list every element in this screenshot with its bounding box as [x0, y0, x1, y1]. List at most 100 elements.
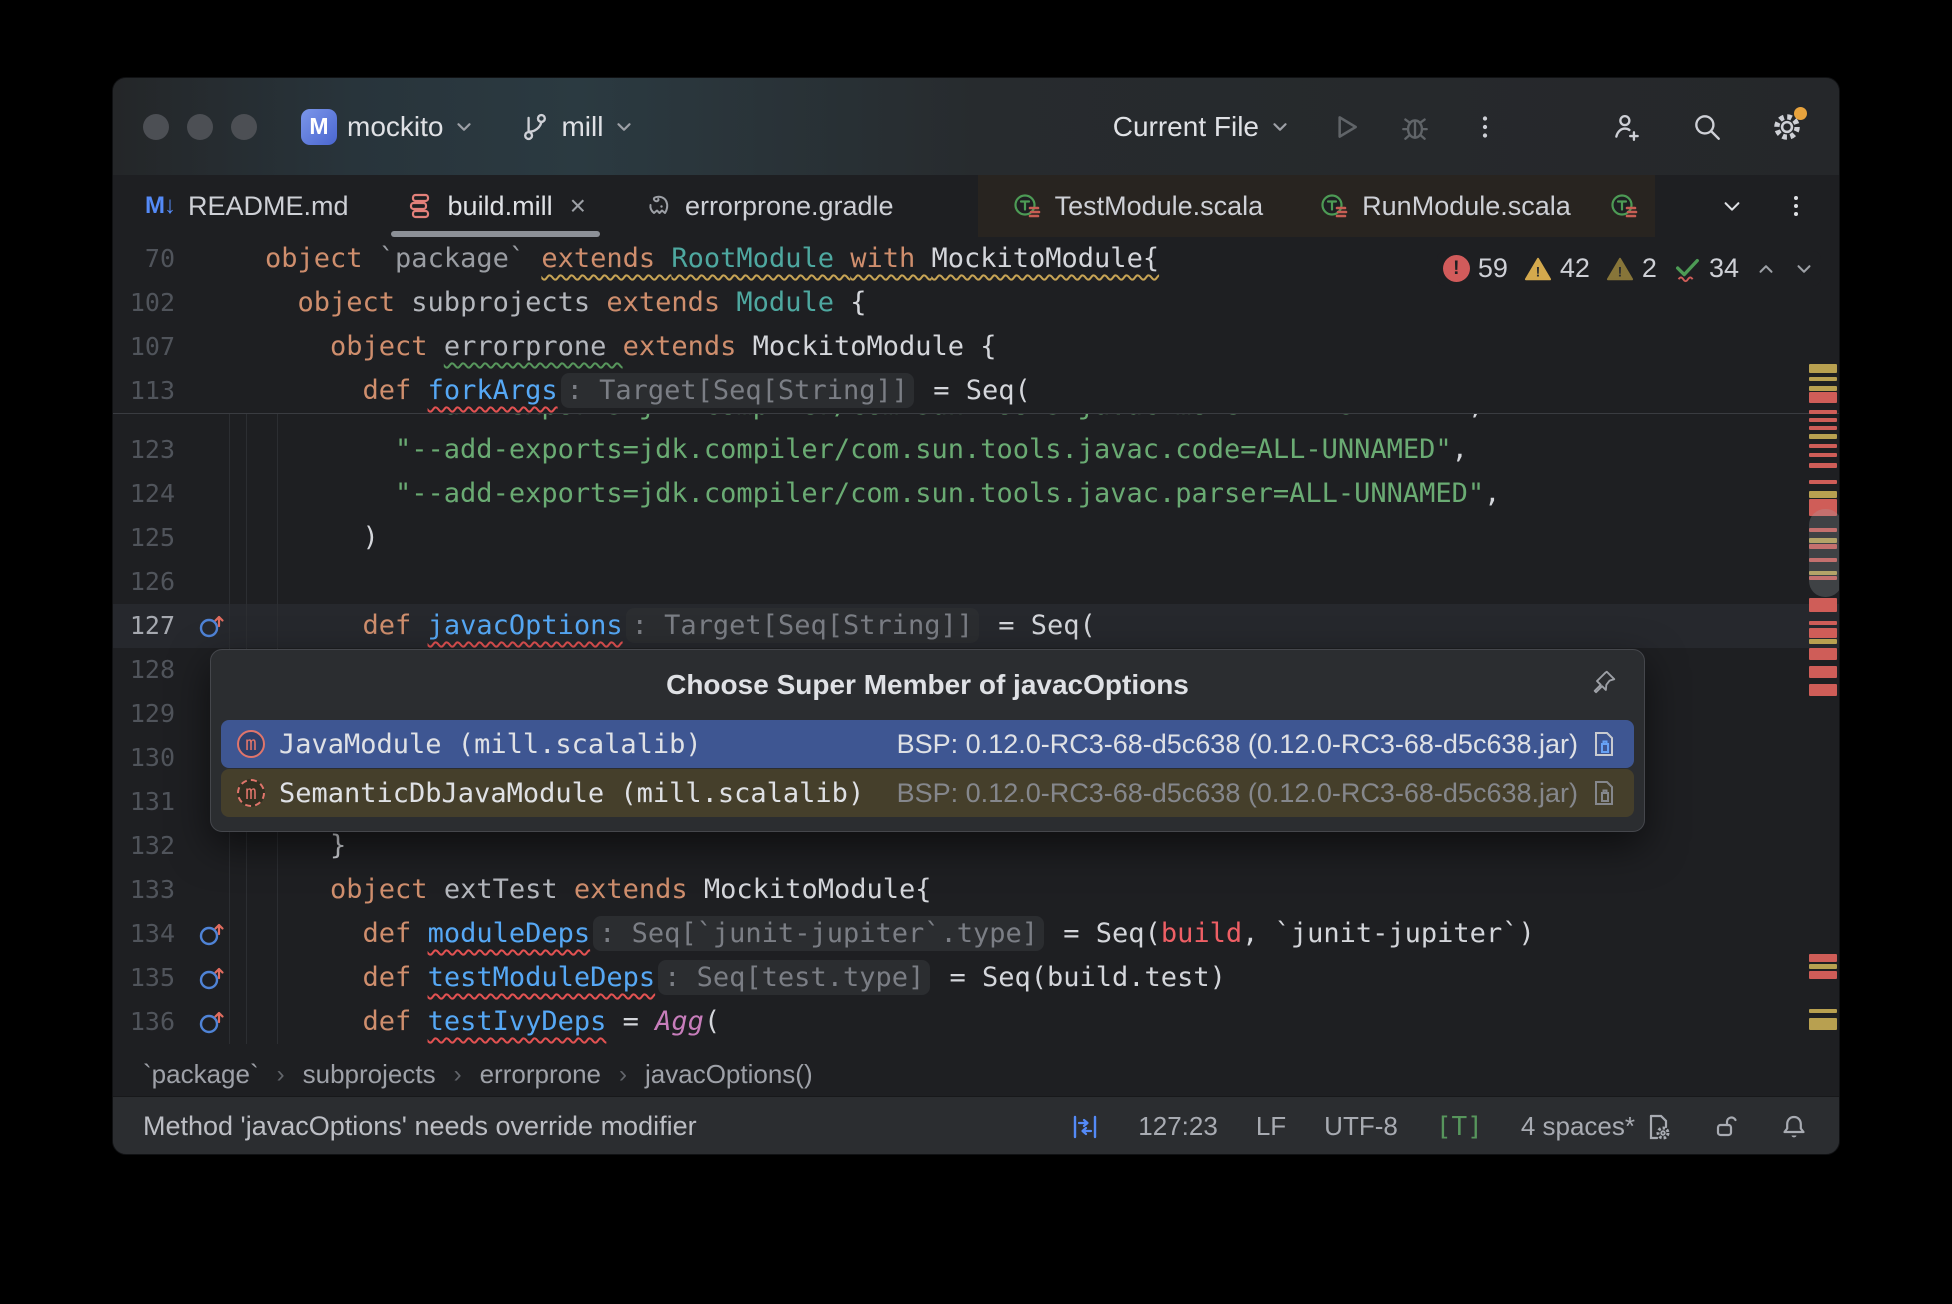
stripe-mark	[1809, 628, 1837, 638]
indent-guides-icon[interactable]	[1070, 1112, 1100, 1142]
code-editor[interactable]: 70object `package` extends RootModule wi…	[113, 237, 1839, 1053]
code-text: "--add-exports=jdk.compiler/com.sun.tool…	[265, 434, 1468, 465]
stripe-mark	[1809, 964, 1837, 969]
breadcrumb-subprojects[interactable]: subprojects	[303, 1059, 436, 1090]
editor-tab-bar: M↓ README.md build.mill × err	[113, 175, 1839, 237]
code-line[interactable]: 133object extTest extends MockitoModule{	[113, 868, 1839, 912]
settings-button[interactable]	[1771, 111, 1803, 143]
ide-window: M mockito mill Current File	[112, 77, 1840, 1155]
tab-testmodule-scala[interactable]: TestModule.scala	[984, 175, 1292, 237]
code-text: "--add-exports=jdk.compiler/com.sun.tool…	[265, 478, 1500, 509]
weak-warnings-count[interactable]: ! 2	[1606, 253, 1657, 284]
file-encoding[interactable]: UTF-8	[1324, 1111, 1398, 1142]
passed-checks-count[interactable]: 34	[1673, 253, 1739, 284]
super-member-option-javamodule[interactable]: m JavaModule (mill.scalalib) BSP: 0.12.0…	[221, 720, 1634, 768]
override-gutter-icon[interactable]	[197, 1007, 227, 1037]
override-gutter-icon[interactable]	[197, 611, 227, 641]
errors-count[interactable]: ! 59	[1443, 253, 1508, 284]
tab-clipped[interactable]	[1599, 175, 1649, 237]
unlocked-icon[interactable]	[1711, 1112, 1741, 1142]
svg-text:!: !	[1618, 263, 1623, 279]
breadcrumb-errorprone[interactable]: errorprone	[480, 1059, 601, 1090]
stripe-mark	[1809, 434, 1837, 439]
tab-label: errorprone.gradle	[685, 191, 894, 222]
stripe-mark	[1809, 444, 1837, 448]
scrollbar-thumb[interactable]	[1809, 509, 1839, 597]
vcs-branch-widget[interactable]: mill	[519, 111, 635, 143]
tab-readme[interactable]: M↓ README.md	[113, 175, 377, 237]
line-number: 126	[113, 560, 175, 604]
run-button[interactable]	[1329, 111, 1361, 143]
stripe-mark	[1809, 971, 1837, 979]
run-configuration-selector[interactable]: Current File	[1113, 111, 1291, 143]
stripe-mark	[1809, 392, 1837, 403]
search-icon[interactable]	[1691, 111, 1723, 143]
caret-position[interactable]: 127:23	[1138, 1111, 1218, 1142]
code-text: def moduleDeps: Seq[`junit-jupiter`.type…	[265, 918, 1535, 949]
chevron-down-icon	[453, 116, 475, 138]
stripe-mark	[1809, 364, 1837, 373]
close-tab-icon[interactable]: ×	[570, 192, 586, 220]
tab-label: build.mill	[448, 191, 553, 222]
member-location: BSP: 0.12.0-RC3-68-d5c638 (0.12.0-RC3-68…	[897, 729, 1578, 760]
project-widget[interactable]: M mockito	[301, 109, 475, 145]
code-line[interactable]: 123 "--add-exports=jdk.compiler/com.sun.t…	[113, 428, 1839, 472]
tab-runmodule-scala[interactable]: RunModule.scala	[1291, 175, 1599, 237]
code-line[interactable]: 136def testIvyDeps = Agg(	[113, 1000, 1839, 1044]
stripe-mark	[1809, 410, 1837, 414]
zoom-window-button[interactable]	[231, 114, 257, 140]
more-actions-button[interactable]	[1469, 111, 1501, 143]
code-line[interactable]: 102object subprojects extends Module {	[113, 281, 1839, 325]
code-with-me-icon[interactable]	[1611, 111, 1643, 143]
override-gutter-icon[interactable]	[197, 963, 227, 993]
project-name: mockito	[347, 111, 443, 143]
stripe-mark	[1809, 666, 1837, 678]
code-line[interactable]: 134def moduleDeps: Seq[`junit-jupiter`.t…	[113, 912, 1839, 956]
inspections-widget: ! 59 ! 42 ! 2	[1437, 251, 1821, 286]
tab-label: TestModule.scala	[1055, 191, 1264, 222]
tab-errorprone-gradle[interactable]: errorprone.gradle	[614, 175, 922, 237]
library-jar-icon	[1588, 778, 1618, 808]
code-line[interactable]: 135def testModuleDeps: Seq[test.type] = …	[113, 956, 1839, 1000]
stripe-mark	[1809, 621, 1837, 625]
code-line[interactable]: 107object errorprone extends MockitoModu…	[113, 325, 1839, 369]
code-text: )	[265, 522, 379, 553]
code-text: object `package` extends RootModule with…	[265, 243, 1159, 274]
breadcrumb-package[interactable]: `package`	[143, 1059, 259, 1090]
code-line[interactable]: 126	[113, 560, 1839, 604]
minimize-window-button[interactable]	[187, 114, 213, 140]
code-text: "--add-exports=jdk.compiler/com.sun.tool…	[265, 414, 1839, 428]
line-number: 128	[113, 648, 175, 692]
override-gutter-icon[interactable]	[197, 919, 227, 949]
code-line[interactable]: 113def forkArgs: Target[Seq[String]] = S…	[113, 369, 1839, 413]
error-stripe	[1809, 237, 1837, 1053]
super-member-option-semanticdbjavamodule[interactable]: m SemanticDbJavaModule (mill.scalalib) B…	[221, 769, 1634, 817]
line-number: 113	[113, 369, 175, 413]
status-bar: Method 'javacOptions' needs override mod…	[113, 1096, 1839, 1155]
next-issue-chevron-down-icon[interactable]	[1793, 258, 1815, 280]
indent-style[interactable]: 4 spaces*	[1521, 1111, 1673, 1142]
choose-super-member-popup: Choose Super Member of javacOptions m Ja…	[210, 649, 1645, 832]
line-number: 123	[113, 428, 175, 472]
code-text: object errorprone extends MockitoModule …	[265, 331, 997, 362]
notifications-bell-icon[interactable]	[1779, 1112, 1809, 1142]
chevron-down-icon	[613, 116, 635, 138]
scala-type-icon	[1012, 191, 1042, 221]
previous-issue-chevron-up-icon[interactable]	[1755, 258, 1777, 280]
debug-button[interactable]	[1399, 111, 1431, 143]
tab-build-mill[interactable]: build.mill ×	[377, 175, 614, 237]
code-line[interactable]: 125)	[113, 516, 1839, 560]
type-aware-highlighting-indicator[interactable]: [T]	[1436, 1112, 1483, 1142]
tab-list-chevron-down-icon[interactable]	[1721, 195, 1743, 217]
code-line[interactable]: 127def javacOptions: Target[Seq[String]]…	[113, 604, 1839, 648]
pin-icon[interactable]	[1590, 668, 1618, 696]
line-separator[interactable]: LF	[1256, 1111, 1286, 1142]
breadcrumb-javacoptions[interactable]: javacOptions()	[645, 1059, 813, 1090]
stripe-mark	[1809, 386, 1837, 391]
tab-options-kebab-icon[interactable]	[1783, 193, 1809, 219]
status-message: Method 'javacOptions' needs override mod…	[143, 1111, 697, 1142]
code-line[interactable]: 124"--add-exports=jdk.compiler/com.sun.t…	[113, 472, 1839, 516]
code-line[interactable]: "--add-exports=jdk.compiler/com.sun.tool…	[113, 414, 1839, 428]
close-window-button[interactable]	[143, 114, 169, 140]
warnings-count[interactable]: ! 42	[1524, 253, 1590, 284]
